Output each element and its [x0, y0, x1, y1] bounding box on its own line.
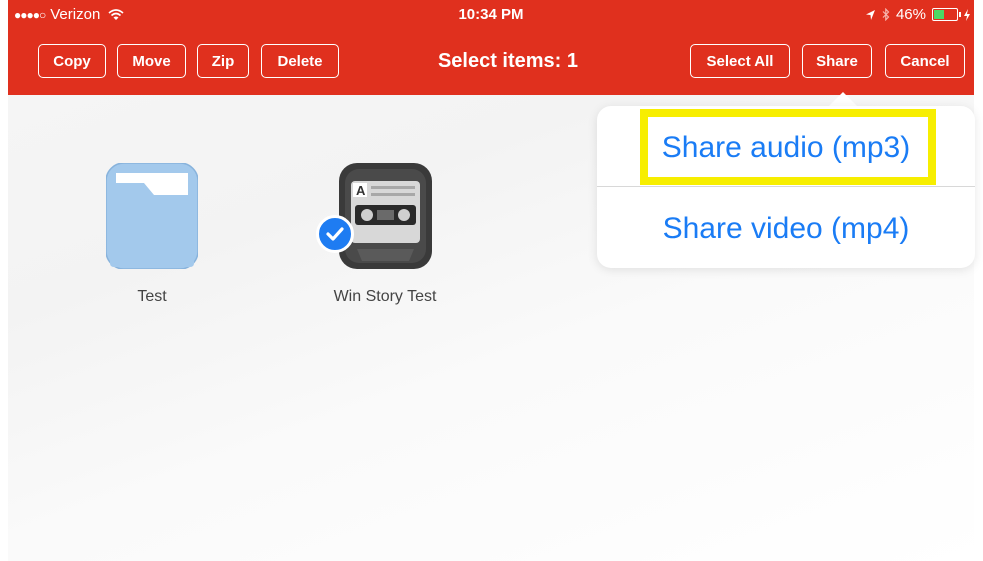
status-bar: ●●●●○ Verizon 10:34 PM 46% — [8, 0, 974, 30]
select-all-button[interactable]: Select All — [690, 44, 790, 78]
file-label: Win Story Test — [333, 288, 437, 305]
zip-button[interactable]: Zip — [197, 44, 249, 78]
left-border — [0, 0, 8, 561]
audio-file-item[interactable]: A — [339, 163, 432, 269]
checkmark-icon — [326, 227, 344, 241]
status-time: 10:34 PM — [458, 6, 524, 23]
share-button[interactable]: Share — [802, 44, 872, 78]
move-button[interactable]: Move — [117, 44, 186, 78]
highlight-box — [640, 109, 936, 185]
cassette-icon: A — [339, 163, 432, 269]
popover-arrow — [829, 92, 857, 106]
right-border — [974, 0, 983, 561]
selection-title: Select items: 1 — [437, 50, 579, 72]
location-icon — [865, 9, 875, 20]
toolbar: Copy Move Zip Delete Select items: 1 Sel… — [8, 30, 974, 95]
bluetooth-icon — [882, 8, 890, 21]
battery-icon — [932, 8, 961, 21]
file-label: Test — [137, 288, 167, 305]
share-video-item[interactable]: Share video (mp4) — [597, 189, 975, 269]
menu-divider — [597, 186, 975, 187]
delete-button[interactable]: Delete — [261, 44, 339, 78]
battery-level — [934, 10, 944, 19]
svg-text:A: A — [356, 183, 366, 198]
cancel-button[interactable]: Cancel — [885, 44, 965, 78]
folder-icon — [105, 162, 199, 270]
folder-item[interactable] — [105, 162, 199, 270]
charging-icon — [964, 8, 970, 21]
status-right: 46% — [865, 6, 970, 23]
selected-check-icon[interactable] — [316, 215, 354, 253]
battery-tip — [959, 12, 961, 17]
battery-percent: 46% — [895, 6, 926, 23]
copy-button[interactable]: Copy — [38, 44, 106, 78]
